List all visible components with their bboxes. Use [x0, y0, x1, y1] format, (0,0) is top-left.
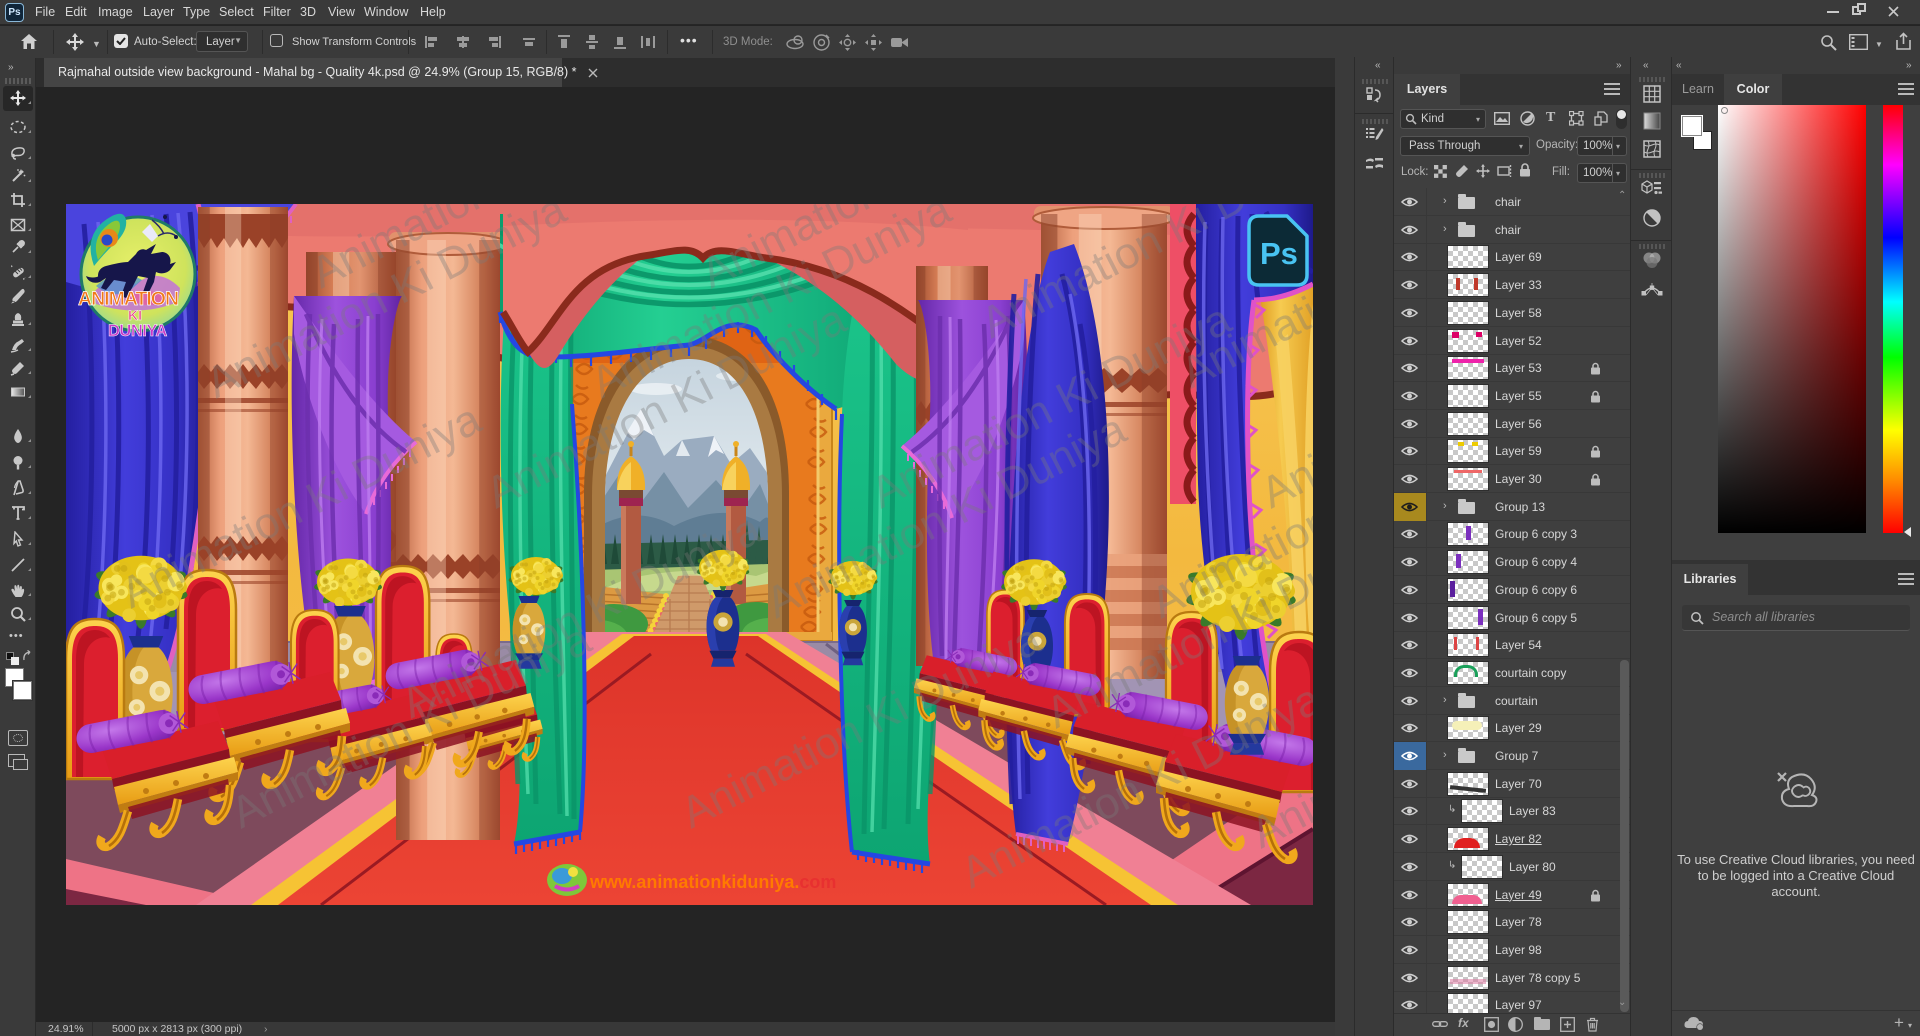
- svg-text:www.animationkiduniya.com: www.animationkiduniya.com: [589, 872, 836, 892]
- svg-text:DUNIYA: DUNIYA: [108, 322, 167, 340]
- svg-text:KI: KI: [128, 307, 142, 323]
- svg-text:Ps: Ps: [1260, 236, 1298, 271]
